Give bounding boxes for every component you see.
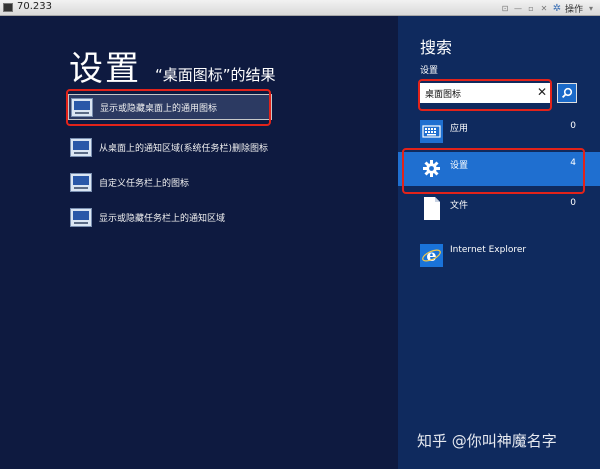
annotation-box-settings — [402, 148, 585, 194]
search-button[interactable] — [557, 83, 577, 103]
svg-text:e: e — [426, 246, 436, 265]
search-scope-label: 设置 — [420, 66, 439, 76]
results-heading: “桌面图标”的结果 — [155, 66, 276, 84]
category-apps[interactable]: 应用 0 — [398, 115, 600, 149]
category-internet-explorer[interactable]: e Internet Explorer — [398, 239, 600, 273]
pin-icon[interactable]: ⊡ — [500, 3, 510, 13]
close-icon[interactable]: ✕ — [539, 3, 549, 13]
gear-icon[interactable]: ✲ — [552, 3, 562, 14]
window-title: 70.233 — [17, 1, 52, 12]
internet-explorer-icon: e — [420, 244, 443, 267]
page-title: 设置 — [69, 49, 141, 89]
minimize-icon[interactable]: — — [513, 3, 523, 13]
annotation-box-result — [66, 89, 271, 126]
window-title-bar: 70.233 ⊡ — ▫ ✕ ✲ 操作 ▾ — [0, 0, 600, 16]
heading-row: 设置 “桌面图标”的结果 — [69, 41, 276, 90]
category-name: 应用 — [450, 124, 469, 134]
window-controls: ⊡ — ▫ ✕ ✲ 操作 ▾ — [500, 2, 596, 15]
result-label: 显示或隐藏任务栏上的通知区域 — [99, 213, 226, 224]
result-item[interactable]: 自定义任务栏上的图标 — [68, 169, 272, 195]
results-pane: 设置 “桌面图标”的结果 显示或隐藏桌面上的通用图标 从桌面上的通知区域(系统任… — [0, 16, 398, 469]
category-files[interactable]: 文件 0 — [398, 192, 600, 226]
chevron-down-icon[interactable]: ▾ — [586, 3, 596, 13]
result-item[interactable]: 从桌面上的通知区域(系统任务栏)删除图标 — [68, 134, 272, 160]
result-label: 从桌面上的通知区域(系统任务栏)删除图标 — [99, 143, 269, 154]
taskbar-icon — [70, 207, 92, 227]
result-item[interactable]: 显示或隐藏任务栏上的通知区域 — [68, 204, 272, 230]
category-count: 0 — [570, 121, 576, 131]
result-label: 自定义任务栏上的图标 — [99, 178, 190, 189]
notification-area-icon — [70, 137, 92, 157]
annotation-box-search — [418, 79, 552, 111]
charm-title: 搜索 — [420, 38, 453, 57]
apps-icon — [420, 120, 443, 143]
category-count: 0 — [570, 198, 576, 208]
file-icon — [420, 197, 443, 220]
watermark: 知乎 @你叫神魔名字 — [417, 432, 557, 450]
taskbar-icon — [70, 172, 92, 192]
category-name: Internet Explorer — [450, 245, 527, 255]
restore-icon[interactable]: ▫ — [526, 3, 536, 13]
actions-menu[interactable]: 操作 — [565, 2, 583, 15]
search-icon — [561, 87, 573, 99]
remote-session-icon — [3, 3, 13, 12]
category-name: 文件 — [450, 201, 469, 211]
